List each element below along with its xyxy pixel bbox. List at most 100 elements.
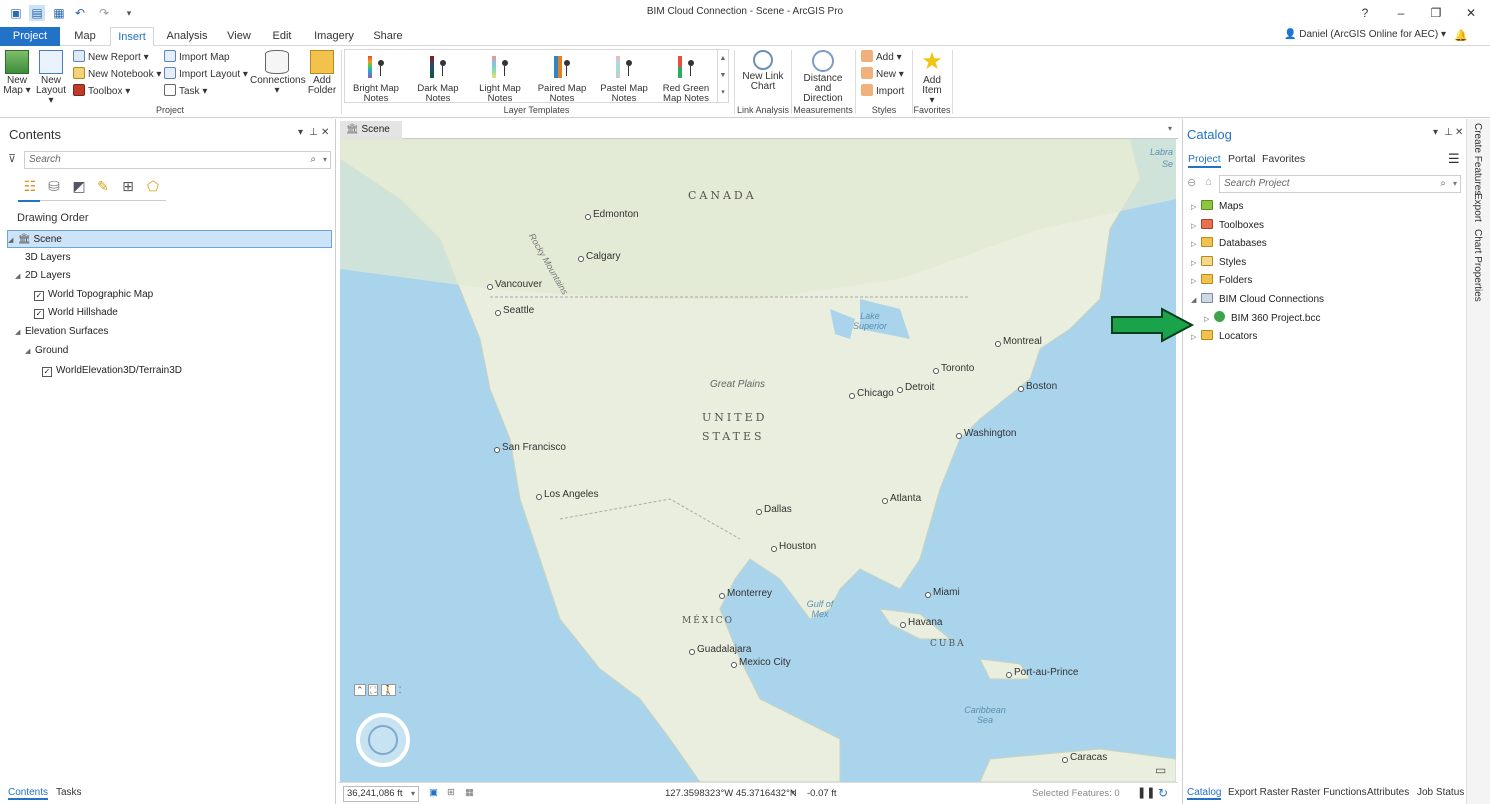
light-map-notes-button[interactable]: Light Map Notes [469,54,531,103]
dark-map-notes-button[interactable]: Dark Map Notes [407,54,469,103]
add-item-button[interactable]: ★ Add Item ▾ [914,50,950,106]
tab-contents[interactable]: Contents [8,787,49,800]
catalog-tab-project[interactable]: Project [1188,153,1221,168]
tab-view[interactable]: View [221,27,257,46]
catalog-item-toolboxes[interactable]: ▷ Toolboxes [1191,217,1264,235]
close-pane-icon[interactable]: ✕ [321,127,329,138]
new-report-button[interactable]: New Report ▾ [73,50,149,66]
import-layout-button[interactable]: Import Layout ▾ [164,67,248,83]
tab-insert[interactable]: Insert [110,27,154,47]
catalog-item-bim-cloud-connections[interactable]: ◢ BIM Cloud Connections [1191,291,1324,309]
catalog-item-locators[interactable]: ▷ Locators [1191,328,1257,346]
tab-project[interactable]: Project [0,27,60,46]
list-by-editing-icon[interactable]: ✎ [93,177,113,195]
navigator-toggle-icon[interactable]: ⌃ [354,684,366,696]
side-tab-create-features[interactable]: Create Features [1472,123,1483,195]
task-button[interactable]: Task ▾ [164,84,207,100]
navigator-compass[interactable] [356,713,410,767]
pause-drawing-icon[interactable]: ❚❚ [1137,786,1155,799]
catalog-tab-favorites[interactable]: Favorites [1262,153,1305,165]
catalog-item-databases[interactable]: ▷ Databases [1191,235,1267,253]
grid-icon[interactable]: ⊞ [447,787,455,798]
add-folder-button[interactable]: Add Folder [306,50,338,96]
contents-search-input[interactable]: Search ⌕ ▾ [24,151,331,169]
tree-item-world-hillshade[interactable]: ✓ World Hillshade [34,304,118,322]
gallery-scroll[interactable]: ▲ ▼ ▾ [717,50,728,102]
distance-direction-button[interactable]: Distance and Direction [794,50,852,104]
filter-icon[interactable]: ⊽ [8,152,16,165]
new-map-button[interactable]: New Map ▾ [2,50,32,96]
scale-selector[interactable]: 36,241,086 ft ▾ [343,786,419,802]
list-by-selection-icon[interactable]: ◩ [69,177,89,195]
catalog-item-maps[interactable]: ▷ Maps [1191,198,1243,216]
tree-item-terrain[interactable]: ✓ WorldElevation3D/Terrain3D [42,362,182,380]
pane-menu-icon[interactable]: ▾ [1433,127,1438,138]
red-green-map-notes-button[interactable]: Red Green Map Notes [655,54,717,103]
tab-share[interactable]: Share [368,27,408,46]
close-pane-icon[interactable]: ✕ [1455,127,1463,138]
tab-job-status[interactable]: Job Status [1417,787,1464,798]
list-by-labeling-icon[interactable]: ⬠ [143,177,163,195]
tab-edit[interactable]: Edit [265,27,299,46]
tab-analysis[interactable]: Analysis [162,27,212,46]
more-controls-icon[interactable]: ⁚ [399,685,402,695]
tree-item-2d-layers[interactable]: ◢ 2D Layers [15,267,71,285]
new-layout-button[interactable]: New Layout ▾ [34,50,68,106]
tab-imagery[interactable]: Imagery [308,27,360,46]
coordinate-format-icon[interactable]: ▾ [791,788,795,797]
pastel-map-notes-button[interactable]: Pastel Map Notes [593,54,655,103]
checkbox-checked-icon[interactable]: ✓ [34,291,44,301]
tab-map[interactable]: Map [66,27,104,46]
tab-catalog[interactable]: Catalog [1187,787,1222,800]
bright-map-notes-button[interactable]: Bright Map Notes [345,54,407,103]
tab-list-icon[interactable]: ▾ [1168,124,1172,133]
style-add-button[interactable]: Add ▾ [861,50,902,66]
tree-item-scene[interactable]: ◢ 🏛 Scene [7,230,332,248]
back-icon[interactable]: ⊖ [1187,176,1196,189]
toolbox-button[interactable]: Toolbox ▾ [73,84,130,100]
pin-icon[interactable]: ⊥ [1444,127,1453,138]
tree-item-3d-layers[interactable]: 3D Layers [25,249,71,267]
tab-export-raster[interactable]: Export Raster [1228,787,1289,798]
style-new-button[interactable]: New ▾ [861,67,904,83]
table-icon[interactable]: ▦ [465,787,474,798]
connections-button[interactable]: Connections ▾ [250,50,306,96]
tree-item-world-topographic[interactable]: ✓ World Topographic Map [34,286,153,304]
checkbox-checked-icon[interactable]: ✓ [42,367,52,377]
new-notebook-button[interactable]: New Notebook ▾ [73,67,161,83]
list-by-snapping-icon[interactable]: ⊞ [118,177,138,195]
map-tips-icon[interactable]: ▭ [1155,763,1166,777]
new-link-chart-button[interactable]: New Link Chart [738,50,788,92]
help-button[interactable]: ? [1350,3,1380,23]
paired-map-notes-button[interactable]: Paired Map Notes [531,54,593,103]
restore-button[interactable]: ❐ [1421,3,1451,23]
side-tab-export[interactable]: Export [1472,193,1483,222]
catalog-tab-portal[interactable]: Portal [1228,153,1255,165]
fixed-zoom-icon[interactable]: ▣ [429,787,438,798]
tab-attributes[interactable]: Attributes [1367,787,1409,798]
pane-menu-icon[interactable]: ▾ [298,127,303,138]
list-by-drawing-order-icon[interactable]: ☷ [20,177,40,195]
catalog-item-folders[interactable]: ▷ Folders [1191,272,1252,290]
map-canvas[interactable]: CANADA UNITED STATES MÉXICO CUBA Great P… [340,139,1176,782]
checkbox-checked-icon[interactable]: ✓ [34,309,44,319]
close-button[interactable]: ✕ [1456,3,1486,23]
import-map-button[interactable]: Import Map [164,50,230,66]
tab-tasks[interactable]: Tasks [56,787,82,798]
user-account[interactable]: 👤 Daniel (ArcGIS Online for AEC) ▾ [1284,29,1446,40]
catalog-search-input[interactable]: Search Project ⌕ ▾ [1219,175,1461,193]
tab-raster-functions[interactable]: Raster Functions [1291,787,1367,798]
first-person-icon[interactable]: 🚶 [380,684,397,696]
notification-bell-icon[interactable]: 🔔 [1454,29,1468,42]
scene-view-tab[interactable]: 🏛 Scene ✕ [340,121,402,153]
hamburger-menu-icon[interactable]: ☰ [1448,151,1460,167]
minimize-button[interactable]: – [1386,3,1416,23]
style-import-button[interactable]: Import [861,84,904,100]
list-by-source-icon[interactable]: ⛁ [44,177,64,195]
tree-item-ground[interactable]: ◢ Ground [25,342,68,360]
catalog-item-styles[interactable]: ▷ Styles [1191,254,1246,272]
full-extent-icon[interactable]: ⛶ [368,684,379,696]
tree-item-elevation-surfaces[interactable]: ◢ Elevation Surfaces [15,323,108,341]
refresh-icon[interactable]: ↻ [1158,786,1168,800]
side-tab-chart-properties[interactable]: Chart Properties [1472,229,1483,302]
